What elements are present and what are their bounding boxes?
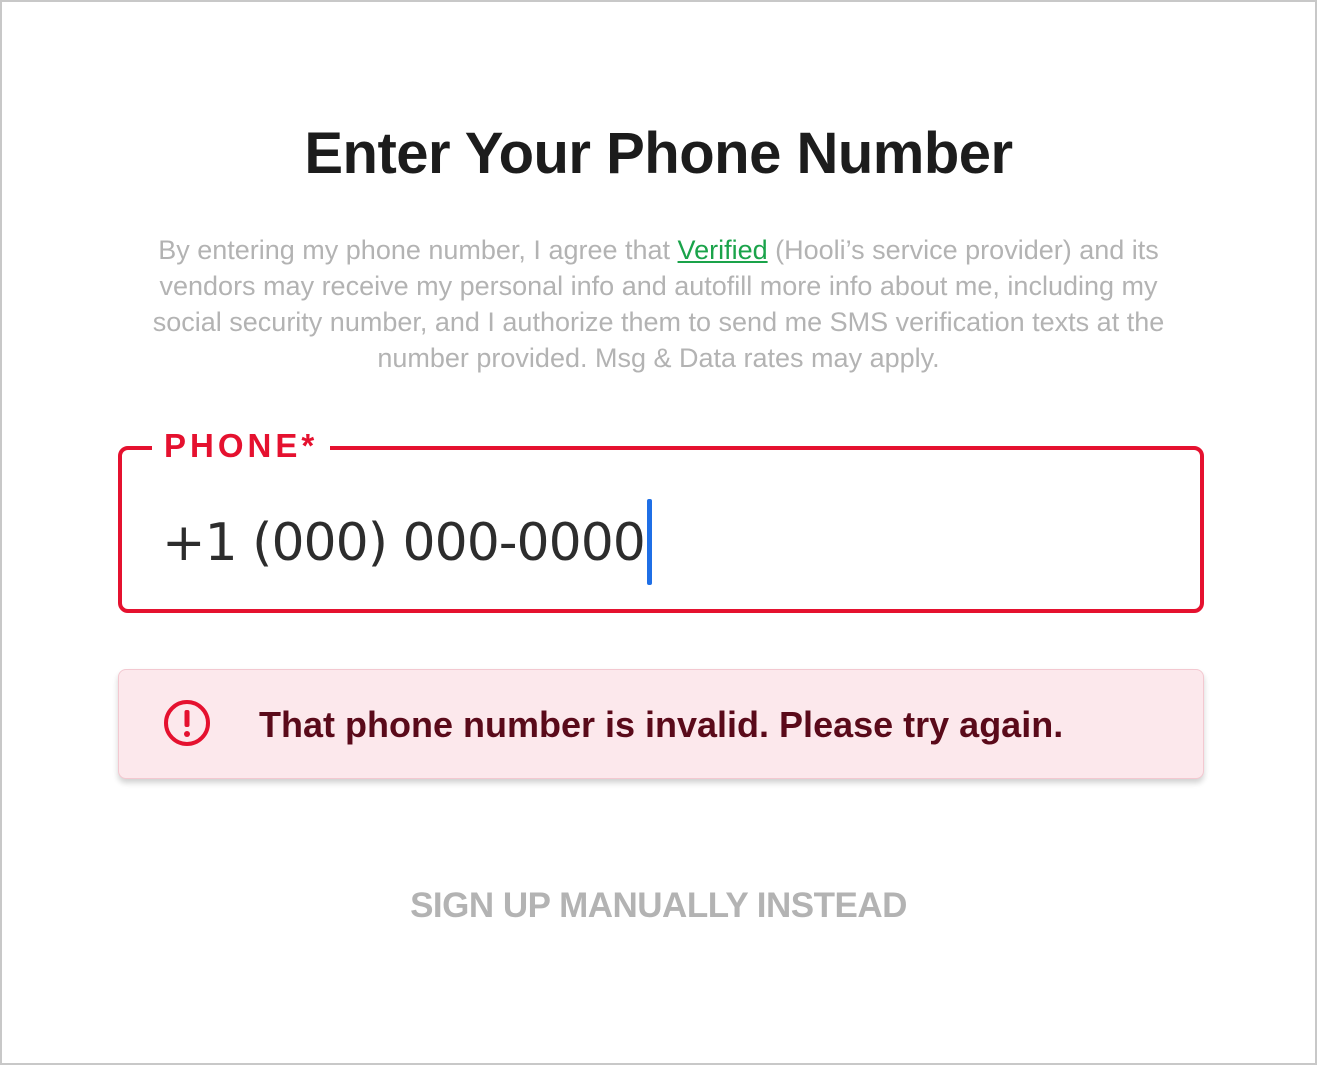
error-banner: That phone number is invalid. Please try… (118, 669, 1204, 779)
verified-link[interactable]: Verified (678, 235, 768, 265)
phone-field-label: PHONE* (152, 424, 331, 468)
text-caret (646, 499, 652, 585)
page-frame: Enter Your Phone Number By entering my p… (0, 0, 1317, 1065)
phone-input[interactable]: +1 (000) 000-0000 (162, 499, 652, 589)
disclaimer-text-start: By entering my phone number, I agree tha… (158, 235, 678, 265)
error-message: That phone number is invalid. Please try… (259, 704, 1064, 745)
phone-field[interactable]: PHONE* +1 (000) 000-0000 (118, 424, 1204, 613)
sign-up-manually-button[interactable]: SIGN UP MANUALLY INSTEAD (2, 886, 1315, 926)
consent-disclaimer: By entering my phone number, I agree tha… (122, 232, 1195, 376)
alert-circle-icon (164, 700, 210, 746)
phone-input-value: +1 (000) 000-0000 (162, 513, 646, 573)
page-title: Enter Your Phone Number (304, 121, 1013, 186)
